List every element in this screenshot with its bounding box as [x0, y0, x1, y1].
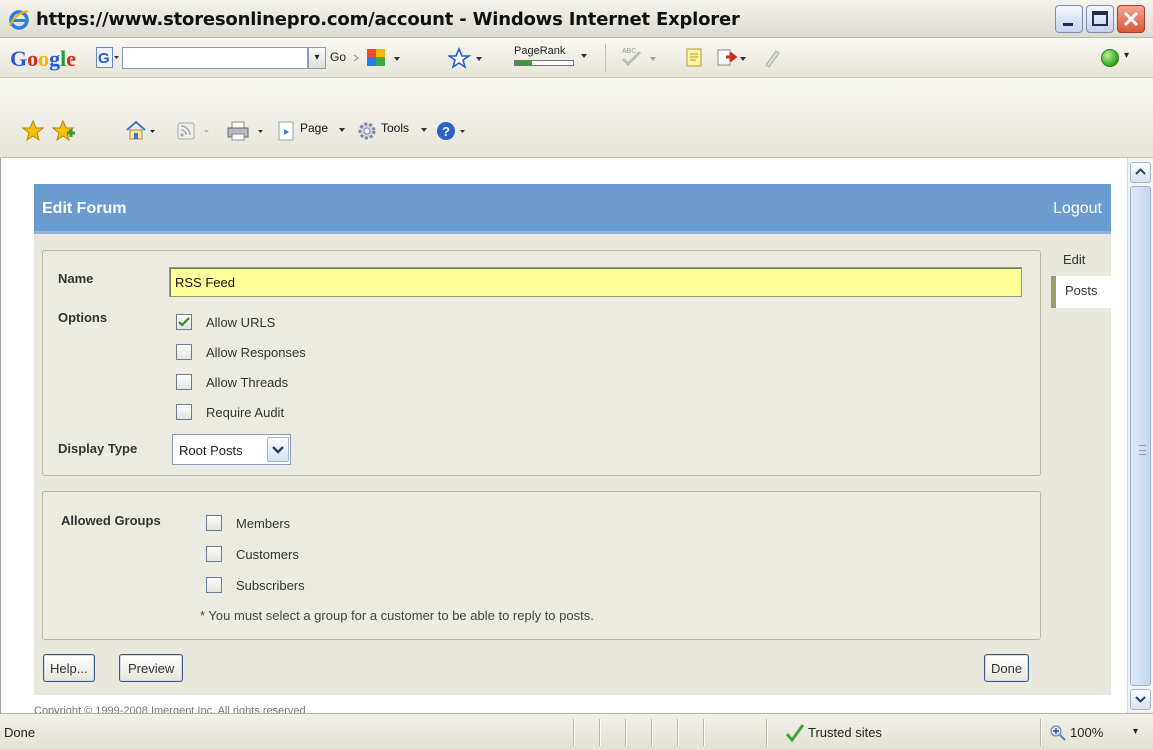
subscribers-label: Subscribers [236, 578, 305, 593]
bookmark-star-icon[interactable] [448, 47, 494, 69]
edit-forum-panel: Edit Forum Logout Edit Posts Name Option… [34, 184, 1111, 695]
forum-name-field[interactable] [169, 267, 1022, 297]
search-arrows-icon [353, 54, 359, 62]
maximize-button[interactable] [1086, 5, 1114, 33]
panel-header: Edit Forum Logout [34, 184, 1111, 234]
pagerank-label[interactable]: PageRank [514, 45, 565, 57]
page-viewport: Edit Forum Logout Edit Posts Name Option… [0, 158, 1127, 713]
tools-dropdown-icon[interactable] [420, 125, 430, 135]
minimize-icon [1063, 23, 1073, 26]
display-type-select[interactable]: Root Posts [172, 434, 291, 465]
page-title: Edit Forum [42, 200, 127, 217]
google-g-icon[interactable]: G [96, 47, 120, 69]
page-dropdown-icon[interactable] [338, 125, 348, 135]
done-button[interactable]: Done [984, 654, 1030, 682]
allowed-groups-section: Allowed Groups Members Customers Subscri… [42, 491, 1041, 640]
minimize-button[interactable] [1055, 5, 1083, 33]
require-audit-checkbox[interactable] [176, 404, 192, 420]
name-label: Name [58, 271, 94, 286]
close-icon [1123, 11, 1139, 27]
send-to-icon[interactable] [716, 47, 752, 69]
popup-blocker-icon[interactable] [366, 47, 406, 69]
search-history-dropdown[interactable]: ▾ [308, 47, 326, 69]
groups-note: * You must select a group for a customer… [200, 608, 594, 623]
close-window-button[interactable] [1117, 5, 1145, 33]
status-bar: Done Trusted sites 100% ▾ [0, 713, 1153, 750]
gear-icon[interactable] [356, 120, 378, 142]
subscribers-checkbox[interactable] [206, 577, 222, 593]
options-label: Options [58, 310, 108, 325]
security-zone-label[interactable]: Trusted sites [808, 725, 882, 740]
maximize-icon [1092, 11, 1108, 26]
tab-posts[interactable]: Posts [1051, 276, 1111, 308]
scroll-grip-icon [1139, 445, 1146, 455]
autofill-icon[interactable] [684, 47, 706, 69]
tools-menu[interactable]: Tools [381, 121, 409, 135]
add-favorites-icon[interactable] [52, 120, 76, 142]
chevron-down-icon [272, 446, 284, 454]
forum-settings-section: Name Options Allow URLS Allow Responses [42, 250, 1041, 476]
pagerank-bar [514, 60, 574, 66]
zoom-dropdown-icon[interactable]: ▾ [1133, 726, 1138, 737]
google-search-input[interactable] [122, 47, 308, 69]
display-type-value: Root Posts [179, 443, 243, 458]
checkmark-icon [178, 317, 190, 327]
chevron-up-icon [1135, 168, 1146, 175]
status-text: Done [4, 725, 36, 740]
scroll-thumb[interactable] [1130, 186, 1151, 686]
chevron-down-icon [1135, 696, 1146, 703]
window-title: https://www.storesonlinepro.com/account … [36, 9, 740, 30]
favorites-star-icon[interactable] [22, 120, 44, 142]
zoom-icon[interactable] [1049, 724, 1067, 742]
trusted-check-icon [785, 724, 805, 743]
members-checkbox[interactable] [206, 515, 222, 531]
customers-checkbox[interactable] [206, 546, 222, 562]
page-icon[interactable] [276, 120, 298, 142]
highlighter-icon[interactable] [760, 47, 782, 69]
allowed-groups-label: Allowed Groups [61, 513, 161, 528]
allow-responses-checkbox[interactable] [176, 344, 192, 360]
status-dropdown-arrow[interactable]: ▾ [1124, 50, 1129, 61]
pagerank-arrow-icon[interactable] [580, 51, 590, 61]
internet-explorer-icon [9, 10, 29, 30]
allow-urls-label: Allow URLS [206, 315, 276, 330]
google-logo: Google [10, 46, 77, 71]
require-audit-label: Require Audit [206, 405, 285, 420]
help-icon[interactable]: ? [436, 120, 470, 142]
spellcheck-icon[interactable]: ABC [620, 45, 664, 69]
svg-text:G: G [98, 50, 110, 67]
print-icon[interactable] [226, 120, 270, 142]
members-label: Members [236, 516, 291, 531]
vertical-scrollbar[interactable] [1127, 158, 1153, 713]
svg-text:?: ? [442, 124, 450, 139]
copyright-text: Copyright © 1999-2008 Imergent Inc. All … [34, 705, 309, 713]
home-icon[interactable] [125, 120, 161, 142]
customers-label: Customers [236, 547, 299, 562]
allow-responses-label: Allow Responses [206, 345, 306, 360]
status-light-icon[interactable] [1101, 49, 1119, 67]
command-bar: Page Tools ? [0, 78, 1153, 158]
help-button[interactable]: Help... [43, 654, 95, 682]
allow-threads-label: Allow Threads [206, 375, 289, 390]
allow-urls-checkbox[interactable] [176, 314, 192, 330]
svg-text:ABC: ABC [622, 48, 636, 55]
preview-button[interactable]: Preview [119, 654, 184, 682]
logout-link[interactable]: Logout [1053, 200, 1102, 218]
google-toolbar: Google G ▾ Go PageRank ABC ▾ [0, 38, 1153, 78]
zoom-level[interactable]: 100% [1070, 725, 1103, 740]
select-arrow-button[interactable] [267, 437, 289, 462]
window-title-bar: https://www.storesonlinepro.com/account … [0, 0, 1153, 38]
feeds-icon[interactable] [176, 120, 216, 142]
tab-edit[interactable]: Edit [1051, 246, 1111, 276]
scroll-down-button[interactable] [1130, 689, 1151, 710]
page-menu[interactable]: Page [300, 121, 328, 135]
display-type-label: Display Type [58, 441, 138, 456]
go-button[interactable]: Go [330, 50, 346, 64]
allow-threads-checkbox[interactable] [176, 374, 192, 390]
scroll-up-button[interactable] [1130, 162, 1151, 183]
